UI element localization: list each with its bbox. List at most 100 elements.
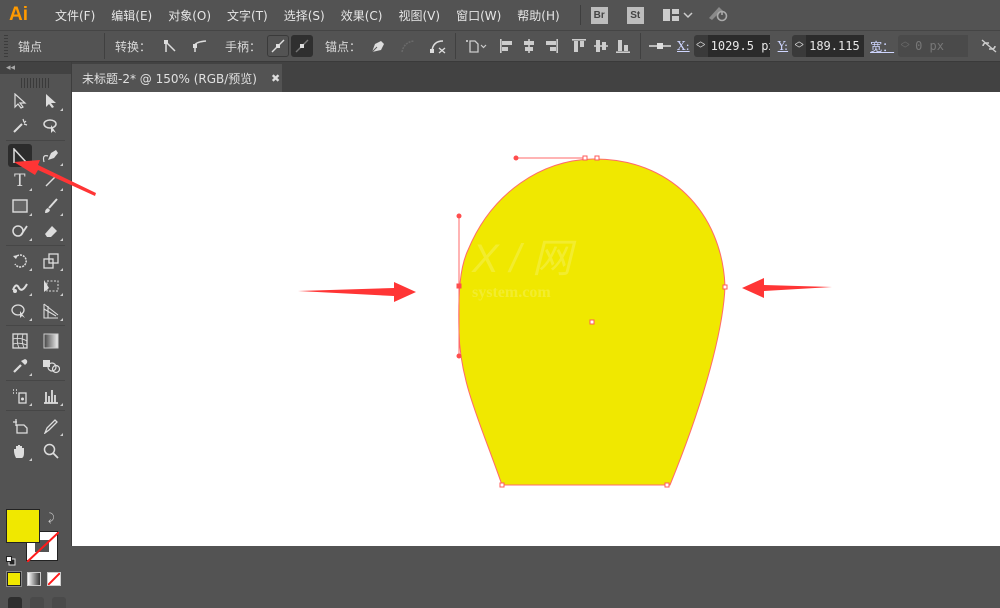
curvature-tool[interactable] (39, 144, 64, 167)
eyedropper-tool[interactable] (8, 354, 32, 377)
right-anchor-point[interactable] (722, 284, 728, 290)
menu-edit[interactable]: 编辑(E) (111, 7, 152, 24)
eraser-tool[interactable] (39, 219, 64, 242)
direct-selection-tool[interactable] (39, 89, 64, 112)
align-right-button[interactable] (540, 35, 562, 57)
menu-view[interactable]: 视图(V) (398, 7, 440, 24)
type-tool[interactable]: T (8, 169, 32, 192)
menu-bar: Ai 文件(F) 编辑(E) 对象(O) 文字(T) 选择(S) 效果(C) 视… (0, 0, 1000, 30)
anchor-reference-button[interactable] (647, 35, 673, 57)
fill-swatch[interactable] (6, 509, 40, 543)
cut-path-button[interactable] (427, 35, 449, 57)
slice-tool[interactable] (39, 414, 64, 437)
color-button[interactable] (6, 571, 22, 587)
constrain-proportions-button[interactable] (978, 35, 1000, 57)
symbol-sprayer-tool[interactable] (8, 384, 32, 407)
hand-tool[interactable] (8, 439, 32, 462)
workspace-layout-button[interactable] (662, 9, 693, 21)
default-colors-button[interactable] (6, 551, 16, 566)
y-stepper[interactable]: ︿ ﹀ (792, 35, 807, 57)
panel-grip[interactable] (20, 78, 51, 88)
remove-anchor-button[interactable] (367, 35, 389, 57)
menu-object[interactable]: 对象(O) (168, 7, 211, 24)
swap-fill-stroke-button[interactable]: ⤸ (48, 511, 55, 525)
menu-select[interactable]: 选择(S) (284, 7, 325, 24)
close-icon[interactable]: ✖ (271, 72, 280, 85)
lasso-tool[interactable] (39, 114, 63, 137)
anchor-point-tool[interactable] (7, 144, 32, 167)
free-transform-tool[interactable] (39, 274, 64, 297)
magnifier-icon (44, 443, 59, 459)
x-input[interactable]: 1029.5 px (707, 35, 770, 57)
scale-tool[interactable] (39, 249, 64, 272)
draw-inside-button[interactable] (52, 597, 66, 608)
top-handle[interactable] (513, 155, 600, 161)
menu-window[interactable]: 窗口(W) (456, 7, 501, 24)
panel-grip[interactable] (4, 35, 8, 57)
hide-handles-button[interactable] (291, 35, 314, 57)
menu-effect[interactable]: 效果(C) (341, 7, 383, 24)
stock-button[interactable]: St (626, 6, 644, 24)
selection-tool[interactable] (8, 89, 32, 112)
blend-icon (43, 359, 61, 373)
align-center-h-button[interactable] (518, 35, 540, 57)
mesh-tool[interactable] (8, 329, 32, 352)
line-segment-tool[interactable] (39, 169, 64, 192)
draw-normal-button[interactable] (8, 597, 22, 608)
convert-smooth-icon (193, 40, 207, 52)
shaper-tool[interactable] (8, 219, 32, 242)
align-bottom-button[interactable] (612, 35, 634, 57)
blend-tool[interactable] (39, 354, 63, 377)
y-input[interactable]: 189.115 px (806, 35, 865, 57)
none-slash-icon (48, 573, 60, 585)
zoom-tool[interactable] (39, 439, 63, 462)
sync-button[interactable] (707, 4, 729, 26)
app-logo: Ai (9, 4, 28, 25)
scale-icon (43, 252, 59, 269)
bridge-button[interactable]: Br (590, 6, 608, 24)
document-tab[interactable]: 未标题-2* @ 150% (RGB/预览) ✖ (72, 64, 282, 92)
align-top-button[interactable] (568, 35, 590, 57)
artboard-options-button[interactable] (462, 35, 490, 57)
convert-to-corner-button[interactable] (159, 35, 181, 57)
column-graph-tool[interactable] (39, 384, 64, 407)
perspective-grid-tool[interactable] (39, 299, 64, 322)
artboard-tool[interactable] (8, 414, 32, 437)
bottom-right-anchor[interactable] (664, 482, 670, 488)
align-top-icon (572, 39, 587, 52)
width-input[interactable]: 0 px (912, 35, 969, 57)
show-handles-button[interactable] (267, 35, 290, 57)
annotation-arrow-left (742, 278, 832, 298)
x-stepper[interactable]: ︿ ﹀ (693, 35, 708, 57)
shape-builder-tool[interactable] (8, 299, 32, 322)
width-stepper[interactable]: ︿ ﹀ (898, 35, 913, 57)
convert-to-smooth-button[interactable] (189, 35, 211, 57)
chevron-down-icon: ﹀ (696, 45, 706, 55)
rectangle-tool[interactable] (8, 194, 32, 217)
chevron-down-icon: ﹀ (794, 45, 804, 55)
connect-anchors-button[interactable] (397, 35, 419, 57)
none-button[interactable] (47, 572, 61, 586)
free-transform-icon (44, 279, 59, 292)
gradient-tool[interactable] (39, 329, 63, 352)
draw-behind-button[interactable] (30, 597, 44, 608)
warp-tool[interactable] (8, 274, 32, 297)
collapse-panel-button[interactable]: ◂◂ (0, 62, 71, 74)
align-bottom-icon (616, 40, 631, 53)
align-center-v-button[interactable] (590, 35, 612, 57)
anchors-label: 锚点： (325, 39, 362, 54)
align-right-icon (546, 39, 559, 53)
rotate-tool[interactable] (8, 249, 32, 272)
align-left-button[interactable] (496, 35, 518, 57)
width-label: 宽： (870, 39, 895, 54)
artboard-canvas[interactable]: X / 网 system.com (72, 92, 1000, 546)
menu-type[interactable]: 文字(T) (227, 7, 268, 24)
bottom-left-anchor[interactable] (499, 482, 505, 488)
warp-icon (11, 283, 28, 293)
menu-help[interactable]: 帮助(H) (517, 7, 559, 24)
paintbrush-tool[interactable] (39, 194, 64, 217)
magic-wand-tool[interactable] (8, 114, 32, 137)
color-mode-buttons (6, 571, 61, 587)
gradient-button[interactable] (27, 572, 41, 586)
menu-file[interactable]: 文件(F) (55, 7, 95, 24)
